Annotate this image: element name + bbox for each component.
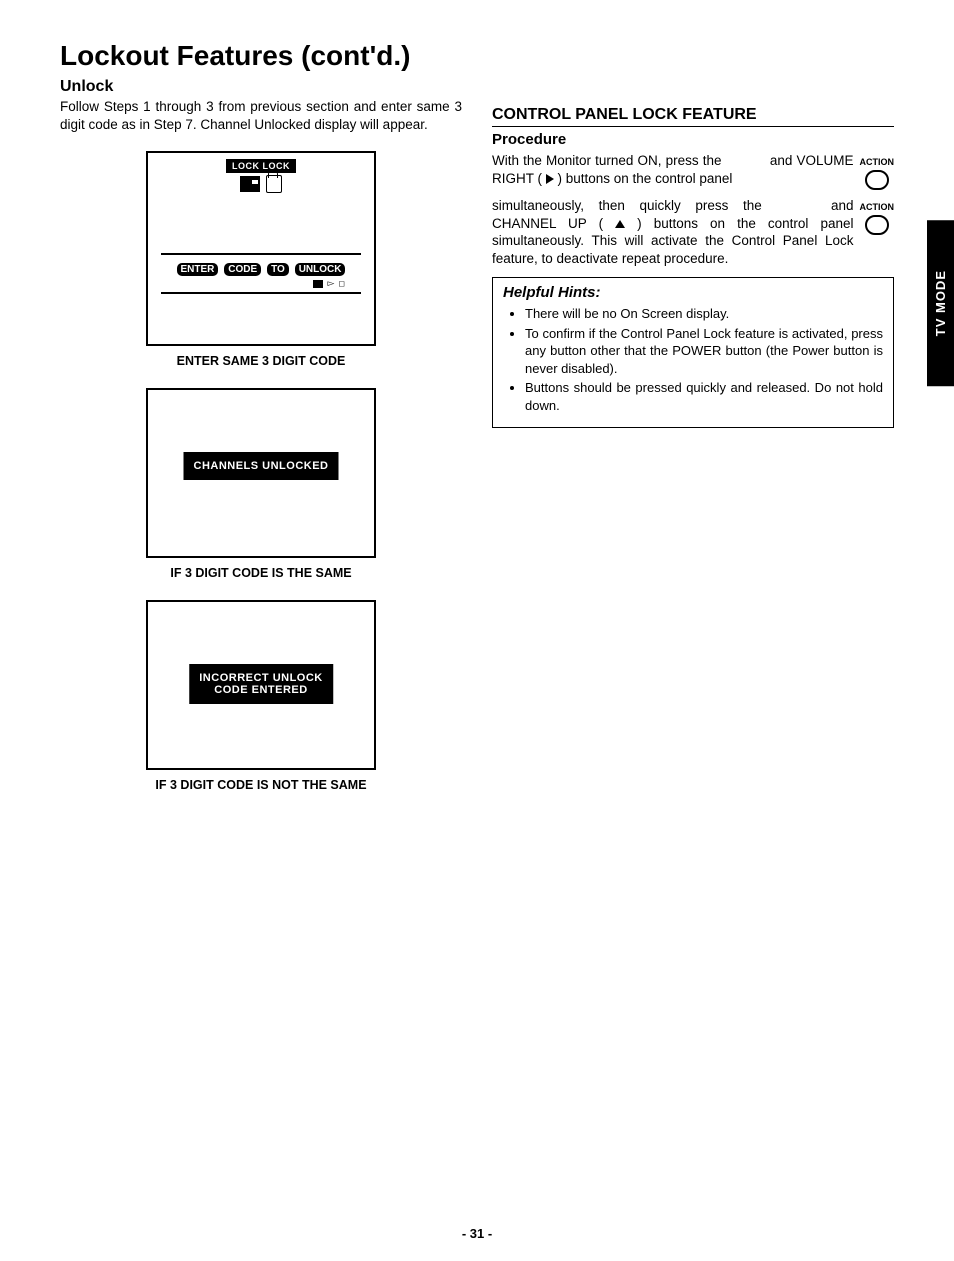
helpful-hints-box: Helpful Hints: There will be no On Scree… — [492, 277, 894, 427]
page-title: Lockout Features (cont'd.) — [60, 40, 894, 72]
lock-icon-row — [240, 175, 282, 193]
action-button-icon-2 — [865, 215, 889, 235]
hints-list: There will be no On Screen display. To c… — [503, 305, 883, 414]
unlock-paragraph: Follow Steps 1 through 3 from previous s… — [60, 98, 462, 133]
action-label-1: ACTION — [860, 157, 895, 167]
lock-top-bar: LOCK LOCK — [226, 159, 296, 173]
side-tab-tv-mode: TV MODE — [927, 220, 954, 386]
screen-enter-code: LOCK LOCK ENTER CODE TO UNLOCK ▻◻ — [146, 151, 376, 346]
enter-code-text: ENTER CODE TO UNLOCK — [161, 259, 361, 276]
msg-incorrect-code: INCORRECT UNLOCK CODE ENTERED — [189, 664, 333, 704]
action-label-2: ACTION — [860, 202, 895, 212]
caption-enter-code: ENTER SAME 3 DIGIT CODE — [131, 354, 391, 368]
tv-icon — [240, 176, 260, 192]
triangle-right-icon — [546, 174, 554, 184]
procedure-para-1: ACTION With the Monitor turned ON, press… — [492, 152, 894, 187]
padlock-icon — [266, 175, 282, 193]
hint-item: To confirm if the Control Panel Lock fea… — [525, 325, 883, 378]
caption-code-same: IF 3 DIGIT CODE IS THE SAME — [131, 566, 391, 580]
right-column: CONTROL PANEL LOCK FEATURE Procedure ACT… — [492, 78, 894, 812]
hint-item: There will be no On Screen display. — [525, 305, 883, 323]
cpl-heading: CONTROL PANEL LOCK FEATURE — [492, 106, 894, 124]
screen-incorrect-code: INCORRECT UNLOCK CODE ENTERED — [146, 600, 376, 770]
unlock-heading: Unlock — [60, 78, 462, 96]
cursor-indicator: ▻◻ — [313, 278, 345, 289]
hints-title: Helpful Hints: — [503, 284, 883, 301]
triangle-up-icon — [615, 220, 625, 228]
left-column: Unlock Follow Steps 1 through 3 from pre… — [60, 78, 462, 812]
hint-item: Buttons should be pressed quickly and re… — [525, 379, 883, 414]
cpl-underline — [492, 126, 894, 127]
screen-channels-unlocked: CHANNELS UNLOCKED — [146, 388, 376, 558]
procedure-para-2: ACTION simultaneously, then quickly pres… — [492, 197, 894, 267]
enter-code-row: ENTER CODE TO UNLOCK ▻◻ — [161, 253, 361, 294]
action-button-icon — [865, 170, 889, 190]
caption-code-not-same: IF 3 DIGIT CODE IS NOT THE SAME — [131, 778, 391, 792]
page-number: - 31 - — [462, 1226, 492, 1241]
two-column-layout: Unlock Follow Steps 1 through 3 from pre… — [60, 78, 894, 812]
msg-channels-unlocked: CHANNELS UNLOCKED — [184, 452, 339, 480]
procedure-heading: Procedure — [492, 131, 894, 148]
